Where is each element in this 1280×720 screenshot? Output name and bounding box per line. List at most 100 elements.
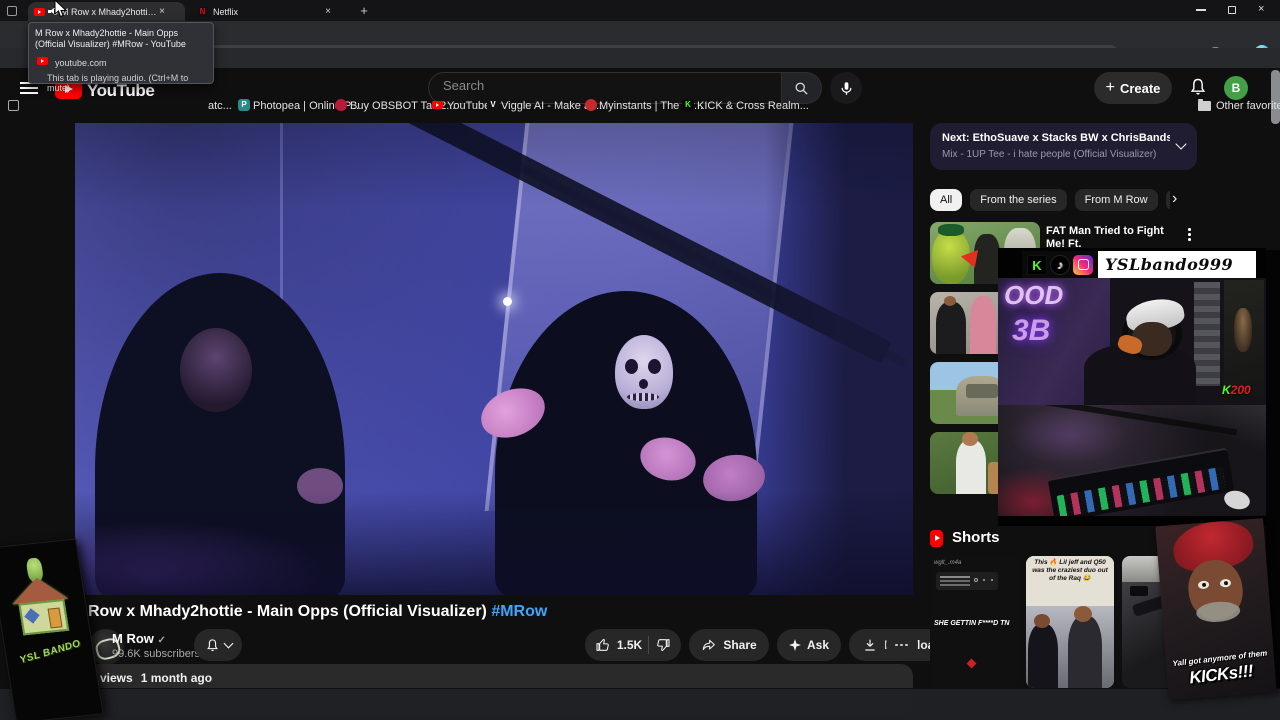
voice-search-button[interactable] [830,72,862,104]
video-hashtag-link[interactable]: #MRow [491,603,547,620]
new-tab-button[interactable] [356,3,372,19]
thumbs-up-icon [596,638,609,651]
shorts-card[interactable]: wglt_.m4a SHE GETTIN F****D TN [930,556,1018,688]
kick-icon [1027,254,1047,275]
tab-close-icon[interactable] [323,7,333,17]
chevron-down-icon [223,638,233,649]
next-subtitle: Mix - 1UP Tee - i hate people (Official … [942,149,1157,160]
shorts-card[interactable]: This 🔥 Lil jeff and Q50 was the craziest… [1026,556,1114,688]
channel-name[interactable]: M Row ✓ [112,631,166,646]
bookmark-item[interactable]: YouTube [447,100,490,112]
chevron-down-icon[interactable] [1175,138,1187,150]
meme-overlay-window[interactable]: Yall got anymore of them KICKs!!! [1155,518,1277,700]
bell-icon [206,638,218,651]
notification-preference-button[interactable] [194,629,242,661]
kick-k-icon: K [1222,383,1231,397]
account-avatar[interactable]: B [1224,76,1248,100]
tiktok-icon [1050,254,1070,275]
obsbot-favicon-icon [335,99,347,111]
thumb-art [938,224,964,236]
page-scrollbar-thumb[interactable] [1271,70,1280,124]
stream-facecam: OOD 3B K200 [998,278,1266,405]
folder-icon [1198,99,1211,111]
like-count: 1.5K [616,638,643,652]
thumb-art [956,440,986,494]
kick-viewer-counter: K200 [1222,383,1251,397]
search-icon [795,82,808,95]
shorts-figure [1074,606,1092,622]
chips-next-arrow-icon[interactable] [1172,190,1177,208]
share-button[interactable]: Share [689,629,769,661]
youtube-favicon-icon [34,7,45,16]
stream-deskcam [998,405,1266,516]
youtube-favicon-icon [37,57,48,65]
mini-player [936,572,998,590]
thumbs-down-icon[interactable] [655,637,671,653]
verified-badge-icon: ✓ [157,635,166,646]
filter-chips: All From the series From M Row Drill mu [930,189,1170,213]
wall-poster [1194,282,1220,386]
more-actions-button[interactable] [886,629,918,661]
next-up-card[interactable]: Next: EthoSuave x Stacks BW x ChrisBands… [930,123,1197,170]
neon-sign-text: OOD [1004,280,1064,310]
window-restore-button[interactable] [1228,6,1236,14]
other-favorites-button[interactable]: Other favorites [1216,100,1280,112]
chip-from-series[interactable]: From the series [970,189,1067,211]
more-horizontal-icon [895,643,909,647]
share-label: Share [723,638,757,652]
tab-netflix[interactable]: Netflix [192,2,347,21]
shorts-emoji [966,658,977,669]
browser-tab-bar: M Row x Mhady2hottie - Ma Netflix [0,0,1280,21]
mini-player-icons [974,578,978,582]
tooltip-title: M Row x Mhady2hottie - Main Opps (Offici… [35,28,186,49]
window-minimize-button[interactable] [1196,9,1206,11]
kick-count: 200 [1230,383,1251,397]
shorts-filename: wglt_.m4a [934,560,962,566]
sparkle-icon [788,639,801,651]
viggle-favicon-icon: V [487,99,499,111]
bookmark-item[interactable]: KICK & Cross Realm... [697,100,809,112]
chip-drill[interactable]: Drill mu [1165,189,1170,211]
create-label: Create [1119,80,1161,96]
like-button[interactable]: 1.5K [585,629,681,661]
video-player[interactable] [75,123,913,595]
windows-taskbar: Search 40 AM /14/2025 [0,688,1280,720]
tab-search-icon[interactable] [7,6,17,16]
tab-close-icon[interactable] [157,7,167,17]
ask-label: Ask [806,638,829,652]
shorts-gun [1130,586,1148,596]
tab-youtube[interactable]: M Row x Mhady2hottie - Ma [28,2,185,21]
shorts-figure [1028,624,1058,688]
window-close-button[interactable] [1258,3,1270,17]
chip-all[interactable]: All [930,189,963,211]
bookmark-item[interactable]: atc... [208,100,232,112]
neon-sign-text: 3B [1012,314,1051,347]
search-input[interactable] [443,78,763,93]
stream-handle: YSLbando999 [1105,255,1234,274]
tooltip-audio-note: This tab is playing audio. (Ctrl+M to mu… [47,73,189,93]
dog-poster [1224,280,1264,396]
channel-name-text: M Row [112,631,154,646]
stream-banner: YSLbando999 [1022,251,1256,278]
shorts-logo-icon [930,530,943,547]
shorts-caption: This 🔥 Lil jeff and Q50 was the craziest… [1026,556,1114,606]
youtube-favicon-icon [432,101,443,109]
create-button[interactable]: Create [1094,72,1172,104]
stream-overlay-window[interactable]: YSLbando999 OOD 3B K200 [998,248,1266,526]
mini-player-lines [940,576,970,578]
more-vertical-icon[interactable] [1188,228,1191,242]
tab-tooltip: M Row x Mhady2hottie - Main Opps (Offici… [28,22,214,93]
thumb-art [962,432,978,446]
upload-date: 1 month ago [140,671,213,685]
ask-button[interactable]: Ask [777,629,841,661]
tab-title: Netflix [213,6,239,17]
subscriber-count: 99.6K subscribers [112,648,201,660]
thumb-art [970,296,996,354]
bookmarks-apps-icon[interactable] [8,100,19,111]
next-title: EthoSuave x Stacks BW x ChrisBands - Pay… [972,132,1170,144]
kick-favicon-icon: K [682,99,694,111]
photopea-favicon-icon: P [238,99,250,111]
share-icon [703,639,716,651]
chip-from-channel[interactable]: From M Row [1074,189,1158,211]
thumb-art [966,384,998,398]
